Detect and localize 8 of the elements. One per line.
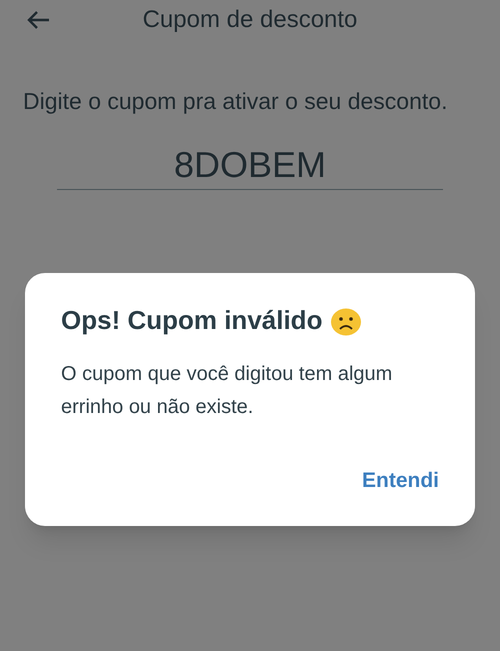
- dialog-title: Ops! Cupom inválido: [61, 304, 322, 337]
- dialog-button[interactable]: Entendi: [362, 464, 439, 496]
- coupon-field[interactable]: 8DOBEM: [57, 143, 443, 190]
- instruction-text: Digite o cupom pra ativar o seu desconto.: [22, 87, 448, 116]
- sad-face-icon: [330, 306, 362, 336]
- back-arrow-icon[interactable]: [26, 10, 51, 30]
- screen-title: Cupom de desconto: [142, 5, 358, 35]
- dialog-message: O cupom que você digitou tem algum errinho ou não existe.: [61, 362, 394, 420]
